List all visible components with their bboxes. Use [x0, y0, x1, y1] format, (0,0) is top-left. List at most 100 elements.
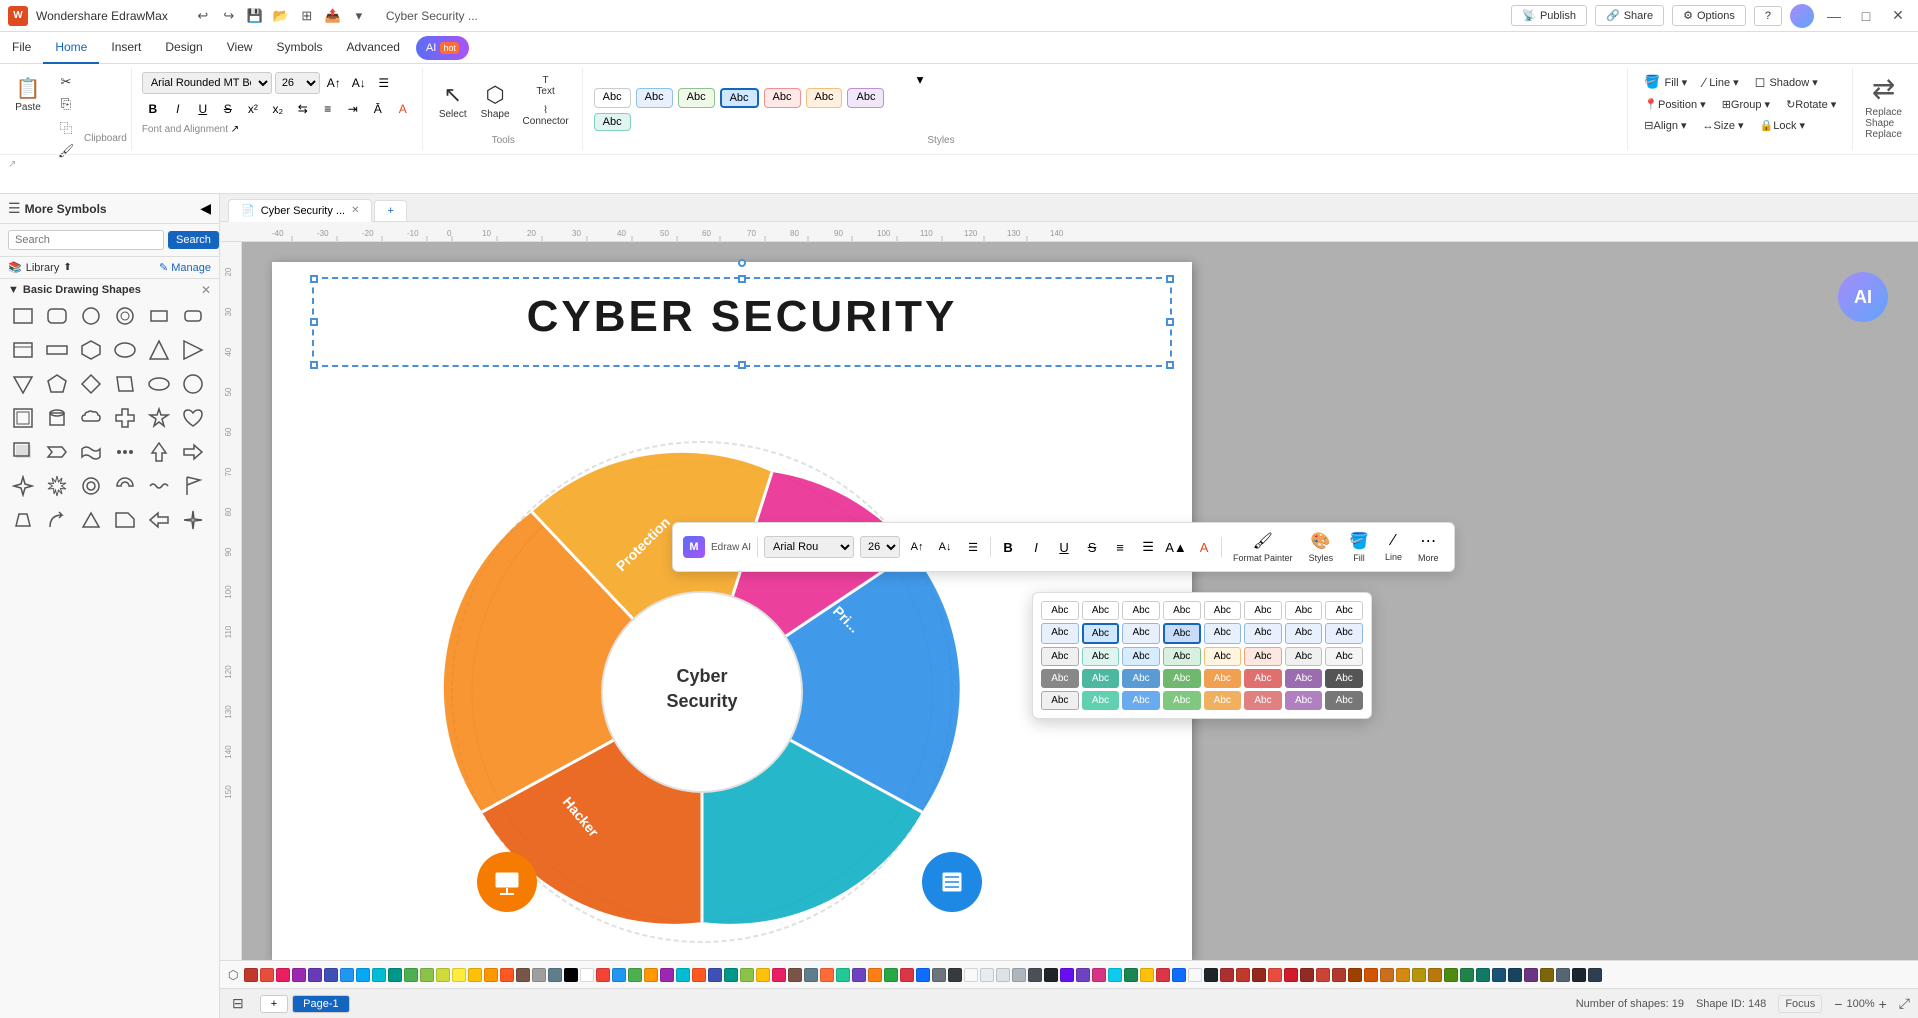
- color-swatch-75[interactable]: [1444, 968, 1458, 982]
- color-swatch-36[interactable]: [820, 968, 834, 982]
- color-swatch-46[interactable]: [980, 968, 994, 982]
- shape-star5[interactable]: [144, 403, 174, 433]
- shape-cloud[interactable]: [76, 403, 106, 433]
- color-swatch-40[interactable]: [884, 968, 898, 982]
- color-swatch-68[interactable]: [1332, 968, 1346, 982]
- font-expand-btn[interactable]: ↗: [231, 124, 239, 135]
- color-swatch-56[interactable]: [1140, 968, 1154, 982]
- menu-file[interactable]: File: [0, 32, 43, 64]
- shape-rect-shadow[interactable]: [8, 437, 38, 467]
- popup-swatch-r1-3[interactable]: Abc: [1122, 601, 1160, 620]
- close-btn[interactable]: ✕: [1886, 4, 1910, 28]
- color-swatch-49[interactable]: [1028, 968, 1042, 982]
- align-right-btn[interactable]: ⊟Align ▾: [1638, 117, 1692, 134]
- color-swatch-67[interactable]: [1316, 968, 1330, 982]
- handle-tr[interactable]: [1166, 275, 1174, 283]
- popup-swatch-r4-6[interactable]: Abc: [1244, 669, 1282, 688]
- color-swatch-43[interactable]: [932, 968, 946, 982]
- italic-btn[interactable]: I: [167, 98, 189, 120]
- color-swatch-83[interactable]: [1572, 968, 1586, 982]
- color-swatch-39[interactable]: [868, 968, 882, 982]
- sidebar-collapse-btn[interactable]: ◀: [200, 200, 211, 217]
- shape-chevron[interactable]: [42, 437, 72, 467]
- handle-mr[interactable]: [1166, 318, 1174, 326]
- lock-btn[interactable]: 🔒Lock ▾: [1754, 117, 1812, 134]
- shape-rect-corner[interactable]: [110, 505, 140, 535]
- float-bullets-btn[interactable]: ≡: [1109, 536, 1131, 558]
- undo-btn[interactable]: ↩: [192, 5, 214, 27]
- text-tool-btn[interactable]: T Text: [518, 72, 574, 100]
- popup-swatch-r3-6[interactable]: Abc: [1244, 647, 1282, 666]
- ai-assistant-icon[interactable]: AI: [1838, 272, 1888, 322]
- hilight-btn[interactable]: Ā: [367, 98, 389, 120]
- position-btn[interactable]: 📍Position ▾: [1638, 96, 1711, 113]
- color-swatch-45[interactable]: [964, 968, 978, 982]
- color-swatch-60[interactable]: [1204, 968, 1218, 982]
- popup-swatch-r1-6[interactable]: Abc: [1244, 601, 1282, 620]
- style-swatch-6[interactable]: Abc: [806, 88, 843, 108]
- cut-btn[interactable]: ✂: [52, 72, 80, 92]
- color-swatch-22[interactable]: [596, 968, 610, 982]
- canvas-tab-add[interactable]: +: [374, 200, 406, 221]
- color-swatch-70[interactable]: [1364, 968, 1378, 982]
- shape-rect[interactable]: [8, 301, 38, 331]
- float-align-btn[interactable]: ☰: [962, 536, 984, 558]
- color-swatch-12[interactable]: [436, 968, 450, 982]
- shape-cylinder[interactable]: [42, 403, 72, 433]
- shapes-section-close[interactable]: ✕: [201, 283, 211, 297]
- color-swatch-24[interactable]: [628, 968, 642, 982]
- style-swatch-1[interactable]: Abc: [594, 88, 631, 108]
- shape-parallelogram[interactable]: [110, 369, 140, 399]
- connector-tool-btn[interactable]: ⌇ Connector: [518, 102, 574, 130]
- shape-circle-ring[interactable]: [110, 301, 140, 331]
- shape-circle[interactable]: [76, 301, 106, 331]
- color-swatch-51[interactable]: [1060, 968, 1074, 982]
- float-grow-btn[interactable]: A↑: [906, 536, 928, 558]
- color-swatch-15[interactable]: [484, 968, 498, 982]
- popup-swatch-r2-7[interactable]: Abc: [1285, 623, 1323, 644]
- shadow-btn[interactable]: ◻Shadow ▾: [1749, 72, 1824, 92]
- color-swatch-59[interactable]: [1188, 968, 1202, 982]
- canvas-tab-cyber[interactable]: 📄 Cyber Security ... ✕: [228, 199, 372, 222]
- redo-btn[interactable]: ↪: [218, 5, 240, 27]
- color-swatch-54[interactable]: [1108, 968, 1122, 982]
- indent-btn[interactable]: ⇥: [342, 98, 364, 120]
- zoom-in-btn[interactable]: +: [1879, 996, 1887, 1012]
- copy-btn[interactable]: ⎘: [52, 94, 80, 114]
- color-swatch-37[interactable]: [836, 968, 850, 982]
- float-line-btn[interactable]: ⁄ Line: [1380, 530, 1407, 564]
- color-swatch-76[interactable]: [1460, 968, 1474, 982]
- color-swatch-77[interactable]: [1476, 968, 1490, 982]
- float-italic-btn[interactable]: I: [1025, 536, 1047, 558]
- color-swatch-47[interactable]: [996, 968, 1010, 982]
- float-list-btn[interactable]: ☰: [1137, 536, 1159, 558]
- style-swatch-8[interactable]: Abc: [594, 113, 631, 131]
- popup-swatch-r5-2[interactable]: Abc: [1082, 691, 1120, 710]
- font-shrink-btn[interactable]: A↓: [348, 72, 370, 94]
- popup-swatch-r1-5[interactable]: Abc: [1204, 601, 1242, 620]
- shape-arrow-curve[interactable]: [42, 505, 72, 535]
- handle-br[interactable]: [1166, 361, 1174, 369]
- shape-rect-sm-rounded[interactable]: [178, 301, 208, 331]
- focus-btn[interactable]: Focus: [1778, 995, 1822, 1013]
- color-swatch-65[interactable]: [1284, 968, 1298, 982]
- color-swatch-79[interactable]: [1508, 968, 1522, 982]
- shape-arrow-left[interactable]: [144, 505, 174, 535]
- color-swatch-2[interactable]: [276, 968, 290, 982]
- color-swatch-63[interactable]: [1252, 968, 1266, 982]
- color-swatch-14[interactable]: [468, 968, 482, 982]
- shape-ellipse[interactable]: [110, 335, 140, 365]
- color-swatch-50[interactable]: [1044, 968, 1058, 982]
- popup-swatch-r4-3[interactable]: Abc: [1122, 669, 1160, 688]
- float-font-select[interactable]: Arial Rou: [764, 536, 854, 558]
- shape-pentagon[interactable]: [42, 369, 72, 399]
- color-swatch-0[interactable]: [244, 968, 258, 982]
- popup-swatch-r1-2[interactable]: Abc: [1082, 601, 1120, 620]
- paste-btn[interactable]: 📋 Paste: [8, 72, 48, 117]
- popup-swatch-r2-6[interactable]: Abc: [1244, 623, 1282, 644]
- color-swatch-69[interactable]: [1348, 968, 1362, 982]
- color-swatch-42[interactable]: [916, 968, 930, 982]
- popup-swatch-r3-7[interactable]: Abc: [1285, 647, 1323, 666]
- color-swatch-16[interactable]: [500, 968, 514, 982]
- popup-swatch-r3-3[interactable]: Abc: [1122, 647, 1160, 666]
